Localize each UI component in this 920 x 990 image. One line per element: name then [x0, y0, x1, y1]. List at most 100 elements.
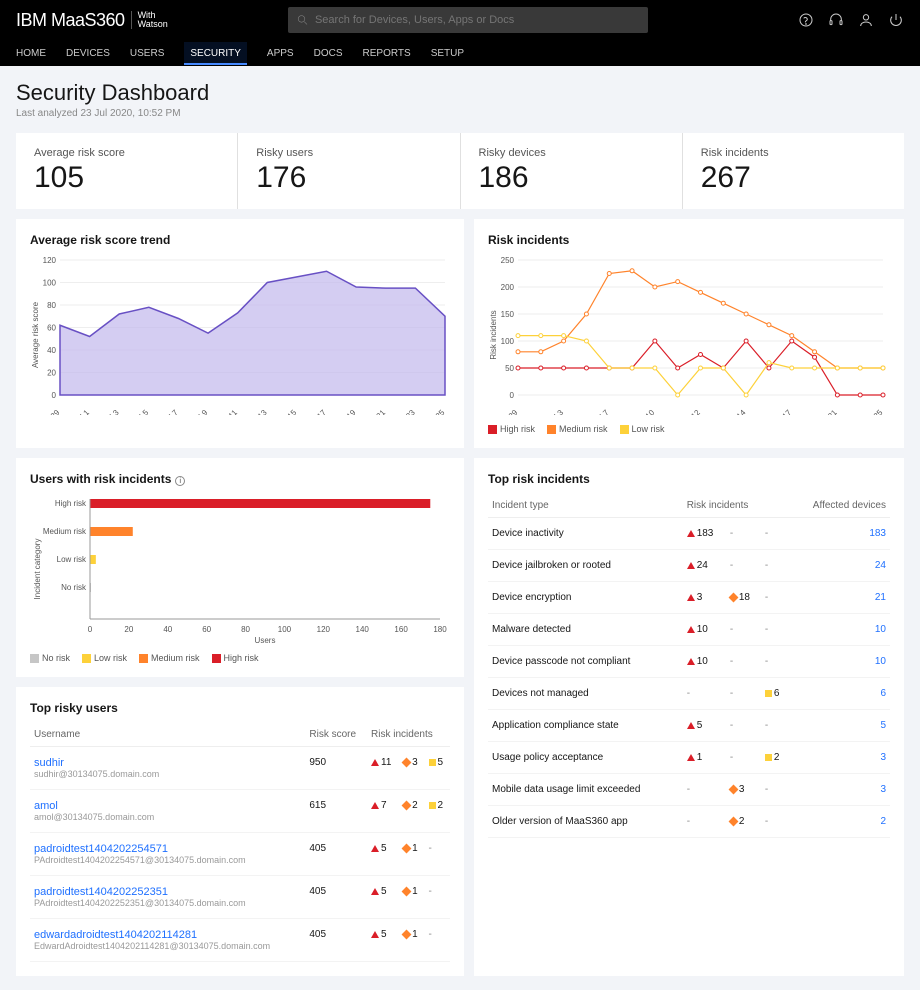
- info-icon[interactable]: i: [175, 476, 185, 486]
- headset-icon[interactable]: [828, 12, 844, 28]
- affected-link[interactable]: 3: [880, 752, 886, 763]
- svg-text:250: 250: [501, 256, 515, 265]
- card-top-users: Top risky users Username Risk score Risk…: [16, 687, 464, 976]
- svg-text:Jul 21: Jul 21: [366, 408, 388, 415]
- navbar: HOME DEVICES USERS SECURITY APPS DOCS RE…: [0, 40, 920, 66]
- user-link[interactable]: padroidtest1404202254571: [34, 843, 301, 855]
- svg-text:100: 100: [501, 337, 515, 346]
- table-row: padroidtest1404202252351PAdroidtest14042…: [30, 876, 450, 919]
- table-row: Malware detected10--10: [488, 614, 890, 646]
- svg-text:Jul 13: Jul 13: [247, 408, 269, 415]
- svg-text:Jul 7: Jul 7: [162, 408, 181, 415]
- svg-text:Jun 29: Jun 29: [38, 408, 62, 415]
- search-box[interactable]: [288, 7, 648, 33]
- affected-link[interactable]: 6: [880, 688, 886, 699]
- svg-text:40: 40: [47, 346, 56, 355]
- svg-text:Average risk score: Average risk score: [31, 301, 40, 368]
- affected-link[interactable]: 2: [880, 816, 886, 827]
- nav-setup[interactable]: SETUP: [431, 48, 464, 59]
- affected-link[interactable]: 5: [880, 720, 886, 731]
- table-row: Mobile data usage limit exceeded-3-3: [488, 774, 890, 806]
- user-link[interactable]: sudhir: [34, 757, 301, 769]
- card-incidents: Risk incidents 050100150200250Jun 29Jul …: [474, 219, 904, 448]
- card-trend-title: Average risk score trend: [30, 233, 450, 247]
- svg-text:40: 40: [163, 625, 172, 634]
- svg-text:Jul 17: Jul 17: [772, 408, 794, 415]
- chart-trend: 020406080100120Jun 29Jul 1Jul 3Jul 5Jul …: [30, 255, 450, 415]
- nav-devices[interactable]: DEVICES: [66, 48, 110, 59]
- svg-text:20: 20: [47, 369, 56, 378]
- svg-text:Jul 21: Jul 21: [817, 408, 839, 415]
- card-top-users-title: Top risky users: [30, 701, 450, 715]
- nav-docs[interactable]: DOCS: [314, 48, 343, 59]
- affected-link[interactable]: 3: [880, 784, 886, 795]
- svg-text:160: 160: [394, 625, 408, 634]
- svg-text:180: 180: [433, 625, 447, 634]
- power-icon[interactable]: [888, 12, 904, 28]
- table-row: Device passcode not compliant10--10: [488, 646, 890, 678]
- table-row: Device inactivity183--183: [488, 518, 890, 550]
- user-link[interactable]: padroidtest1404202252351: [34, 886, 301, 898]
- svg-text:100: 100: [278, 625, 292, 634]
- kpi-risky-users: Risky users176: [238, 133, 460, 209]
- search-input[interactable]: [315, 14, 640, 26]
- svg-text:Low risk: Low risk: [57, 555, 87, 564]
- svg-text:Jul 9: Jul 9: [191, 408, 210, 415]
- svg-text:60: 60: [47, 324, 56, 333]
- page-title: Security Dashboard: [16, 80, 904, 106]
- svg-text:Jul 25: Jul 25: [425, 408, 447, 415]
- svg-text:Jul 17: Jul 17: [306, 408, 328, 415]
- table-row: sudhirsudhir@30134075.domain.com9501135: [30, 747, 450, 790]
- svg-text:0: 0: [88, 625, 93, 634]
- brand-name: IBM MaaS360: [16, 10, 125, 31]
- chart-users: High riskMedium riskLow riskNo risk02040…: [30, 494, 450, 644]
- table-row: Device encryption318-21: [488, 582, 890, 614]
- card-top-incidents: Top risk incidents Incident type Risk in…: [474, 458, 904, 976]
- kpi-row: Average risk score105 Risky users176 Ris…: [16, 133, 904, 209]
- nav-security[interactable]: SECURITY: [184, 42, 247, 65]
- topbar: IBM MaaS360 WithWatson: [0, 0, 920, 40]
- table-top-users: Username Risk score Risk incidents sudhi…: [30, 723, 450, 962]
- nav-reports[interactable]: REPORTS: [363, 48, 411, 59]
- kpi-avg-risk: Average risk score105: [16, 133, 238, 209]
- help-icon[interactable]: [798, 12, 814, 28]
- card-top-incidents-title: Top risk incidents: [488, 472, 890, 486]
- nav-apps[interactable]: APPS: [267, 48, 294, 59]
- svg-text:150: 150: [501, 310, 515, 319]
- card-trend: Average risk score trend 020406080100120…: [16, 219, 464, 448]
- nav-home[interactable]: HOME: [16, 48, 46, 59]
- svg-text:Jul 12: Jul 12: [680, 408, 702, 415]
- affected-link[interactable]: 21: [875, 592, 886, 603]
- affected-link[interactable]: 10: [875, 624, 886, 635]
- user-link[interactable]: edwardadroidtest1404202114281: [34, 929, 301, 941]
- page-subtitle: Last analyzed 23 Jul 2020, 10:52 PM: [16, 108, 904, 119]
- user-icon[interactable]: [858, 12, 874, 28]
- svg-text:Jul 23: Jul 23: [395, 408, 417, 415]
- svg-text:50: 50: [505, 364, 514, 373]
- table-row: edwardadroidtest1404202114281EdwardAdroi…: [30, 919, 450, 962]
- svg-text:140: 140: [356, 625, 370, 634]
- svg-text:Jun 29: Jun 29: [496, 408, 520, 415]
- table-row: Devices not managed--66: [488, 678, 890, 710]
- svg-text:80: 80: [47, 301, 56, 310]
- svg-text:Jul 3: Jul 3: [547, 408, 566, 415]
- svg-text:80: 80: [241, 625, 250, 634]
- nav-users[interactable]: USERS: [130, 48, 164, 59]
- affected-link[interactable]: 24: [875, 560, 886, 571]
- card-incidents-title: Risk incidents: [488, 233, 890, 247]
- table-row: Usage policy acceptance1-23: [488, 742, 890, 774]
- svg-text:20: 20: [124, 625, 133, 634]
- kpi-risk-incidents: Risk incidents267: [683, 133, 904, 209]
- svg-text:Jul 10: Jul 10: [635, 408, 657, 415]
- user-link[interactable]: amol: [34, 800, 301, 812]
- table-row: Older version of MaaS360 app-2-2: [488, 806, 890, 838]
- table-top-incidents: Incident type Risk incidents Affected de…: [488, 494, 890, 838]
- brand-sub: WithWatson: [131, 11, 168, 29]
- affected-link[interactable]: 10: [875, 656, 886, 667]
- svg-text:Jul 19: Jul 19: [336, 408, 358, 415]
- svg-text:60: 60: [202, 625, 211, 634]
- card-users-chart-title: Users with risk incidentsi: [30, 472, 450, 486]
- affected-link[interactable]: 183: [869, 528, 886, 539]
- card-users-chart: Users with risk incidentsi High riskMedi…: [16, 458, 464, 677]
- svg-text:No risk: No risk: [61, 583, 87, 592]
